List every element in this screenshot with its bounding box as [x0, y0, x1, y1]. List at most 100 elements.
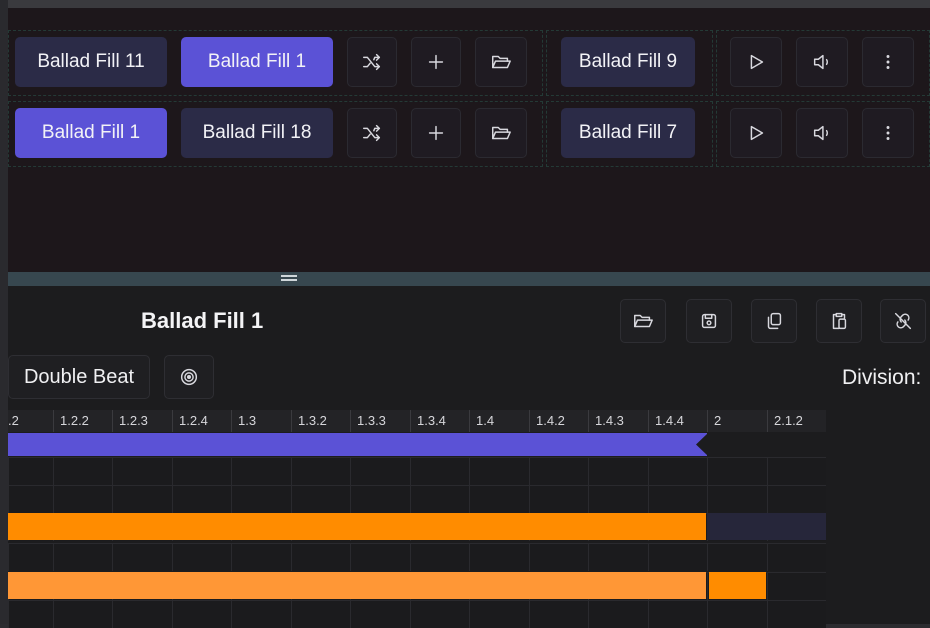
open-folder-button[interactable]	[475, 108, 527, 158]
step-cell[interactable]	[53, 485, 112, 513]
division-label: Division:	[842, 366, 922, 389]
step-cell[interactable]	[648, 485, 707, 513]
paste-button[interactable]	[816, 299, 862, 343]
note-bar[interactable]	[709, 572, 766, 599]
pad-button-active[interactable]: Ballad Fill 1	[15, 108, 167, 158]
volume-icon	[813, 125, 829, 141]
step-cell[interactable]	[469, 457, 529, 485]
step-cell[interactable]	[707, 543, 767, 571]
step-cell[interactable]	[529, 485, 588, 513]
ruler-tick: 1.4	[469, 410, 529, 432]
copy-icon	[767, 312, 782, 330]
step-cell[interactable]	[648, 457, 707, 485]
step-cell[interactable]	[410, 485, 469, 513]
add-button[interactable]	[411, 37, 461, 87]
step-cell[interactable]	[469, 543, 529, 571]
step-cell[interactable]	[767, 543, 826, 571]
more-vertical-icon	[886, 55, 890, 69]
step-cell[interactable]	[469, 485, 529, 513]
step-cell[interactable]	[231, 543, 291, 571]
step-cell[interactable]	[291, 485, 350, 513]
volume-button[interactable]	[796, 108, 848, 158]
step-cell[interactable]	[707, 457, 767, 485]
folder-open-icon	[492, 55, 511, 69]
step-cell[interactable]	[112, 543, 172, 571]
step-cell[interactable]	[8, 485, 53, 513]
step-cell[interactable]	[767, 485, 826, 513]
step-cell[interactable]	[529, 457, 588, 485]
open-pattern-button[interactable]	[620, 299, 666, 343]
step-cell[interactable]	[767, 457, 826, 485]
add-button[interactable]	[411, 108, 461, 158]
step-cell[interactable]	[231, 485, 291, 513]
step-cell[interactable]	[648, 543, 707, 571]
step-cell[interactable]	[588, 457, 648, 485]
step-cell[interactable]	[350, 543, 410, 571]
save-pattern-button[interactable]	[686, 299, 732, 343]
pad-button-active[interactable]: Ballad Fill 1	[181, 37, 333, 87]
more-button[interactable]	[862, 108, 914, 158]
step-cell[interactable]	[172, 457, 231, 485]
step-cell[interactable]	[410, 457, 469, 485]
step-cell[interactable]	[112, 457, 172, 485]
loop-end-handle[interactable]	[696, 433, 708, 456]
unlink-icon	[894, 312, 912, 330]
step-cell[interactable]	[291, 457, 350, 485]
loop-region[interactable]	[8, 433, 707, 456]
ruler-tick: 2.1.2	[767, 410, 826, 432]
folder-open-icon	[634, 314, 653, 328]
pad-button[interactable]: Ballad Fill 18	[181, 108, 333, 158]
target-button[interactable]	[164, 355, 214, 399]
step-cell[interactable]	[291, 543, 350, 571]
plus-icon	[428, 54, 444, 70]
panel-resize-handle[interactable]	[8, 272, 930, 286]
step-cell[interactable]	[172, 543, 231, 571]
play-icon	[750, 54, 764, 70]
folder-open-icon	[492, 126, 511, 140]
paste-icon	[832, 312, 847, 330]
step-cell[interactable]	[53, 543, 112, 571]
pad-button[interactable]: Ballad Fill 9	[561, 37, 695, 87]
note-bar[interactable]	[8, 572, 706, 599]
ruler-tick: 1.4.3	[588, 410, 648, 432]
step-cell[interactable]	[172, 485, 231, 513]
step-cell[interactable]	[350, 457, 410, 485]
pad-button[interactable]: Ballad Fill 7	[561, 108, 695, 158]
step-cell[interactable]	[231, 457, 291, 485]
volume-icon	[813, 54, 829, 70]
step-cell[interactable]	[112, 485, 172, 513]
play-button[interactable]	[730, 108, 782, 158]
step-cell[interactable]	[8, 457, 53, 485]
pad-grid: Ballad Fill 11 Ballad Fill 1 Ballad Fill…	[8, 8, 930, 272]
step-cell[interactable]	[767, 572, 826, 600]
step-cell[interactable]	[410, 543, 469, 571]
note-bar[interactable]	[8, 513, 706, 540]
copy-button[interactable]	[751, 299, 797, 343]
pattern-editor: Ballad Fill 1 Double Beat Division: .2 1…	[8, 286, 930, 628]
play-icon	[750, 125, 764, 141]
plus-icon	[428, 125, 444, 141]
ruler-tick: 1.3.3	[350, 410, 410, 432]
shuffle-button[interactable]	[347, 108, 397, 158]
pad-button[interactable]: Ballad Fill 11	[15, 37, 167, 87]
step-cell[interactable]	[53, 457, 112, 485]
step-cell[interactable]	[707, 485, 767, 513]
step-cell[interactable]	[8, 543, 53, 571]
volume-button[interactable]	[796, 37, 848, 87]
shuffle-button[interactable]	[347, 37, 397, 87]
ruler-tick: 1.3.4	[410, 410, 469, 432]
step-cell[interactable]	[588, 543, 648, 571]
more-button[interactable]	[862, 37, 914, 87]
timeline-ruler: .2 1.2.2 1.2.3 1.2.4 1.3 1.3.2 1.3.3 1.3…	[8, 410, 826, 432]
step-lane	[8, 543, 826, 571]
step-cell[interactable]	[588, 485, 648, 513]
ruler-tick: 1.2.3	[112, 410, 172, 432]
more-vertical-icon	[886, 126, 890, 140]
ruler-tick: 1.3	[231, 410, 291, 432]
play-button[interactable]	[730, 37, 782, 87]
step-cell[interactable]	[350, 485, 410, 513]
double-beat-button[interactable]: Double Beat	[8, 355, 150, 399]
unlink-button[interactable]	[880, 299, 926, 343]
step-cell[interactable]	[529, 543, 588, 571]
open-folder-button[interactable]	[475, 37, 527, 87]
